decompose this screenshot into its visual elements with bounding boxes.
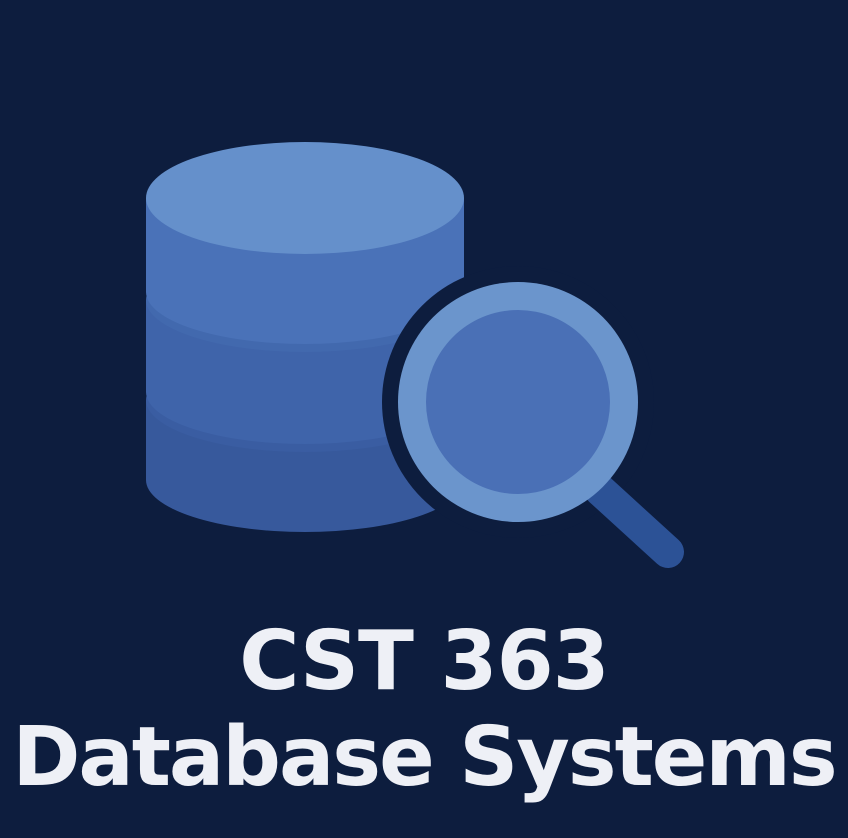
course-name-title: Database Systems [12,710,837,805]
magnifier-lens [426,310,610,494]
cover-canvas: CST 363 Database Systems [0,0,848,838]
magnifier-handle [584,474,684,568]
course-code-title: CST 363 [239,614,609,709]
